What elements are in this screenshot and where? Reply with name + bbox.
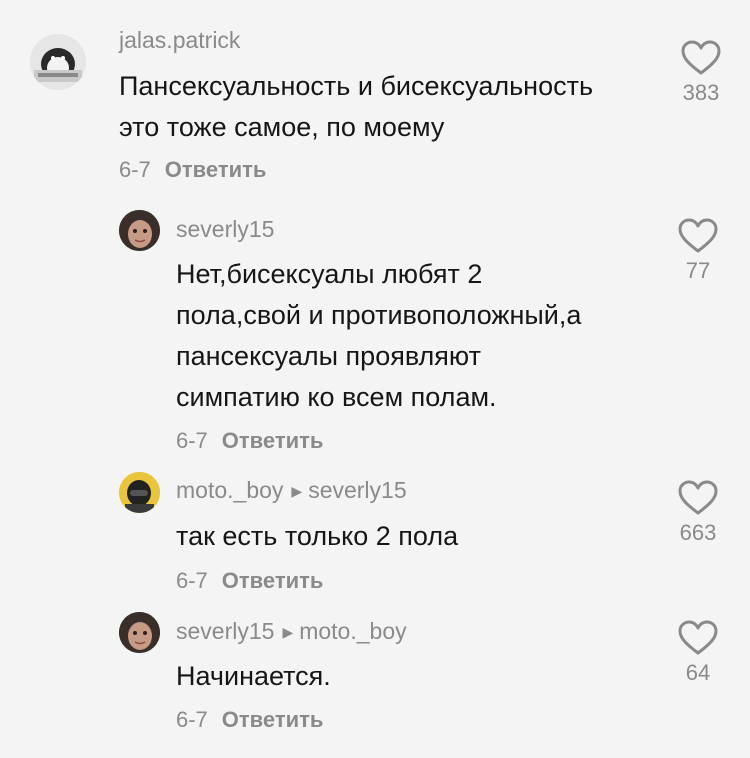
comment-date: 6-7 bbox=[176, 428, 208, 453]
user-avatar[interactable] bbox=[119, 472, 160, 513]
comment-username-row: severly15 ▶ moto._boy bbox=[176, 617, 407, 648]
like-count: 663 bbox=[679, 520, 717, 545]
reply-to-username[interactable]: moto._boy bbox=[299, 618, 406, 644]
helmet-avatar-icon bbox=[119, 472, 160, 513]
comment-username[interactable]: moto._boy bbox=[176, 477, 283, 503]
comment-text: Начинается. bbox=[176, 656, 331, 697]
comment-text-line: это тоже самое, по моему bbox=[119, 112, 445, 142]
like-count: 383 bbox=[682, 80, 720, 105]
comment-text-line: так есть только 2 пола bbox=[176, 521, 459, 551]
face-avatar-icon bbox=[119, 210, 160, 251]
like-control[interactable]: 77 bbox=[668, 218, 728, 284]
comment-text: так есть только 2 пола bbox=[176, 516, 458, 557]
comment-text-line: пансексуалы проявляют bbox=[176, 341, 481, 371]
reply-to-username[interactable]: severly15 bbox=[308, 477, 406, 503]
like-count: 77 bbox=[685, 258, 711, 283]
reply-button[interactable]: Ответить bbox=[222, 707, 324, 732]
reply-arrow-icon: ▶ bbox=[291, 483, 303, 499]
user-avatar[interactable] bbox=[119, 210, 160, 251]
comment-text-line: симпатию ко всем полам. bbox=[176, 382, 497, 412]
comment-username[interactable]: jalas.patrick bbox=[119, 26, 240, 54]
comment-text: Пансексуальность и бисексуальность это т… bbox=[119, 66, 593, 148]
like-control[interactable]: 663 bbox=[668, 480, 728, 546]
comment-meta: 6-7 Ответить bbox=[176, 428, 323, 454]
comment-text: Нет,бисексуалы любят 2 пола,свой и проти… bbox=[176, 254, 581, 418]
comment-meta: 6-7 Ответить bbox=[176, 568, 323, 594]
comment-text-line: Начинается. bbox=[176, 661, 331, 691]
heart-icon[interactable] bbox=[678, 480, 718, 516]
user-avatar[interactable] bbox=[30, 34, 86, 90]
comment-text-line: Пансексуальность и бисексуальность bbox=[119, 71, 594, 101]
comment-username-row: moto._boy ▶ severly15 bbox=[176, 476, 407, 507]
comment-username[interactable]: severly15 bbox=[176, 618, 274, 644]
comment-date: 6-7 bbox=[176, 707, 208, 732]
reply-button[interactable]: Ответить bbox=[222, 568, 324, 593]
comment-text-line: пола,свой и противоположный,а bbox=[176, 300, 582, 330]
comment-meta: 6-7 Ответить bbox=[176, 707, 323, 733]
heart-icon[interactable] bbox=[678, 620, 718, 656]
penguin-avatar-icon bbox=[30, 34, 86, 90]
heart-icon[interactable] bbox=[678, 218, 718, 254]
like-count: 64 bbox=[685, 660, 711, 685]
face-avatar-icon bbox=[119, 612, 160, 653]
like-control[interactable]: 383 bbox=[671, 40, 731, 106]
comment-meta: 6-7 Ответить bbox=[119, 157, 266, 183]
reply-arrow-icon: ▶ bbox=[282, 624, 294, 640]
reply-button[interactable]: Ответить bbox=[222, 428, 324, 453]
heart-icon[interactable] bbox=[681, 40, 721, 76]
like-control[interactable]: 64 bbox=[668, 620, 728, 686]
reply-button[interactable]: Ответить bbox=[165, 157, 267, 182]
comment-date: 6-7 bbox=[119, 157, 151, 182]
comment-date: 6-7 bbox=[176, 568, 208, 593]
comment-text-line: Нет,бисексуалы любят 2 bbox=[176, 259, 483, 289]
user-avatar[interactable] bbox=[119, 612, 160, 653]
comment-username[interactable]: severly15 bbox=[176, 215, 274, 243]
